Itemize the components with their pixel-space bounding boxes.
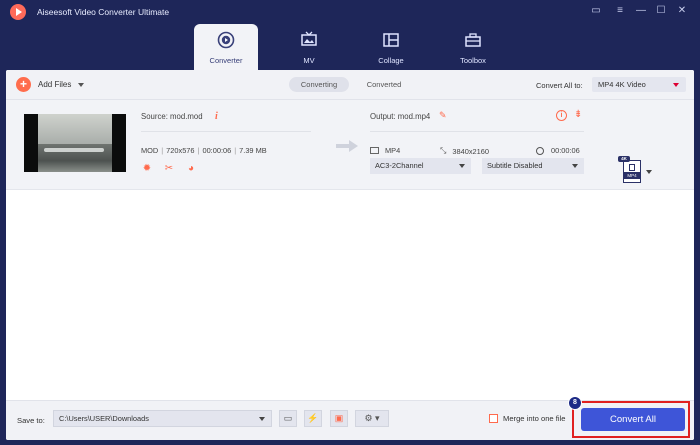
output-filename: Output: mod.mp4 xyxy=(370,112,431,121)
source-duration: 00:00:06 xyxy=(202,146,232,155)
film-icon xyxy=(370,147,379,154)
converter-icon xyxy=(217,31,235,49)
open-folder-icon[interactable]: ▭ xyxy=(279,410,297,427)
enhance-icon[interactable]: ✹ xyxy=(141,163,153,175)
converter-toolbar: + Add Files Converting Converted Convert… xyxy=(6,70,694,100)
close-button[interactable]: ✕ xyxy=(675,5,689,17)
chevron-down-icon xyxy=(459,164,465,168)
audio-track-select[interactable]: AC3-2Channel xyxy=(370,158,471,174)
divider xyxy=(370,131,584,132)
merge-option[interactable]: Merge into one file xyxy=(489,414,565,423)
tab-label: Converter xyxy=(209,56,243,65)
format-doc-label: MP4 xyxy=(624,172,640,179)
clock-icon xyxy=(536,146,544,155)
tab-toolbox[interactable]: Toolbox xyxy=(441,24,505,70)
audio-track-value: AC3-2Channel xyxy=(375,161,424,170)
tv-icon xyxy=(301,31,317,46)
tab-converter[interactable]: Converter xyxy=(194,24,258,70)
source-size: 7.39 MB xyxy=(239,146,267,155)
tab-converted[interactable]: Converted xyxy=(359,77,409,92)
palette-icon[interactable]: ◕ xyxy=(185,163,197,175)
source-resolution: 720x576 xyxy=(166,146,195,155)
title-bar: Aiseesoft Video Converter Ultimate ▭ ≡ —… xyxy=(0,0,700,22)
tab-label: Collage xyxy=(378,56,404,65)
tab-converting[interactable]: Converting xyxy=(289,77,349,92)
toolbox-icon xyxy=(465,33,481,47)
step-badge: 8 xyxy=(568,396,582,410)
source-filename: Source: mod.mod xyxy=(141,112,203,121)
chevron-down-icon xyxy=(572,164,578,168)
tab-label: MV xyxy=(303,56,315,65)
bottom-bar: Save to: C:\Users\USER\Downloads ▭ ⚡ ▣ ⚙… xyxy=(6,396,694,440)
tab-label: Toolbox xyxy=(460,56,486,65)
maximize-button[interactable]: ☐ xyxy=(654,5,668,17)
main-nav: Converter MV Collage Toolbox xyxy=(0,22,700,70)
resize-icon: ⤡ xyxy=(440,146,447,155)
output-format-select[interactable]: MP4 4K Video xyxy=(592,77,686,92)
feedback-icon[interactable]: ▭ xyxy=(589,5,603,17)
output-info-icon[interactable]: i xyxy=(556,110,567,121)
output-resolution-info: ⤡ 3840x2160 xyxy=(440,146,489,156)
output-format-value: MP4 4K Video xyxy=(598,80,646,89)
chevron-down-icon[interactable] xyxy=(78,82,85,87)
output-format: MP4 xyxy=(385,146,401,155)
output-resolution: 3840x2160 xyxy=(452,146,489,156)
tab-collage[interactable]: Collage xyxy=(359,24,423,70)
app-logo-icon xyxy=(10,4,26,20)
settings-icon[interactable]: ⚙ ▾ xyxy=(355,410,389,427)
convert-all-button[interactable]: Convert All xyxy=(581,408,685,431)
arrow-right-icon xyxy=(336,140,358,152)
save-to-label: Save to: xyxy=(17,416,45,425)
source-meta: MOD | 720x576 | 00:00:06 | 7.39 MB xyxy=(141,146,267,155)
output-duration: 00:00:06 xyxy=(551,146,580,155)
app-title: Aiseesoft Video Converter Ultimate xyxy=(37,7,170,17)
merge-label: Merge into one file xyxy=(503,414,566,423)
chevron-down-icon xyxy=(673,83,679,87)
file-item: Source: mod.mod i MOD | 720x576 | 00:00:06 | 7… xyxy=(6,100,694,190)
chevron-down-icon[interactable] xyxy=(646,170,652,174)
subtitle-select[interactable]: Subtitle Disabled xyxy=(482,158,584,174)
app-window: Aiseesoft Video Converter Ultimate ▭ ≡ —… xyxy=(0,0,700,445)
output-duration-info: 00:00:06 xyxy=(536,146,580,155)
hardware-accel-icon[interactable]: ⚡ xyxy=(304,410,322,427)
tab-mv[interactable]: MV xyxy=(277,24,341,70)
plus-icon: + xyxy=(16,77,31,92)
info-icon[interactable]: i xyxy=(215,111,218,122)
convert-all-to-label: Convert All to: xyxy=(536,81,583,90)
divider xyxy=(141,131,311,132)
video-thumbnail[interactable] xyxy=(24,114,126,172)
chevron-down-icon xyxy=(259,417,265,421)
output-format-info: MP4 xyxy=(370,146,400,155)
subtitle-value: Subtitle Disabled xyxy=(487,161,543,170)
minimize-button[interactable]: — xyxy=(634,5,648,17)
format-settings-icon[interactable]: MP4 xyxy=(623,160,641,183)
edit-icon[interactable]: ✎ xyxy=(439,110,447,121)
add-files-button[interactable]: + Add Files xyxy=(16,77,85,92)
gpu-accel-icon[interactable]: ▣ xyxy=(330,410,348,427)
source-format: MOD xyxy=(141,146,159,155)
compress-icon[interactable]: ⇟ xyxy=(574,109,582,120)
menu-icon[interactable]: ≡ xyxy=(613,5,627,17)
converter-panel: + Add Files Converting Converted Convert… xyxy=(6,70,694,440)
cut-icon[interactable]: ✂ xyxy=(163,163,175,175)
add-files-label: Add Files xyxy=(38,80,72,89)
collage-icon xyxy=(383,33,399,47)
save-path-value: C:\Users\USER\Downloads xyxy=(59,414,149,423)
save-path-select[interactable]: C:\Users\USER\Downloads xyxy=(53,410,272,427)
convert-all-highlight: Convert All xyxy=(572,401,690,438)
merge-checkbox[interactable] xyxy=(489,414,498,423)
format-badge: 4K xyxy=(618,156,630,162)
